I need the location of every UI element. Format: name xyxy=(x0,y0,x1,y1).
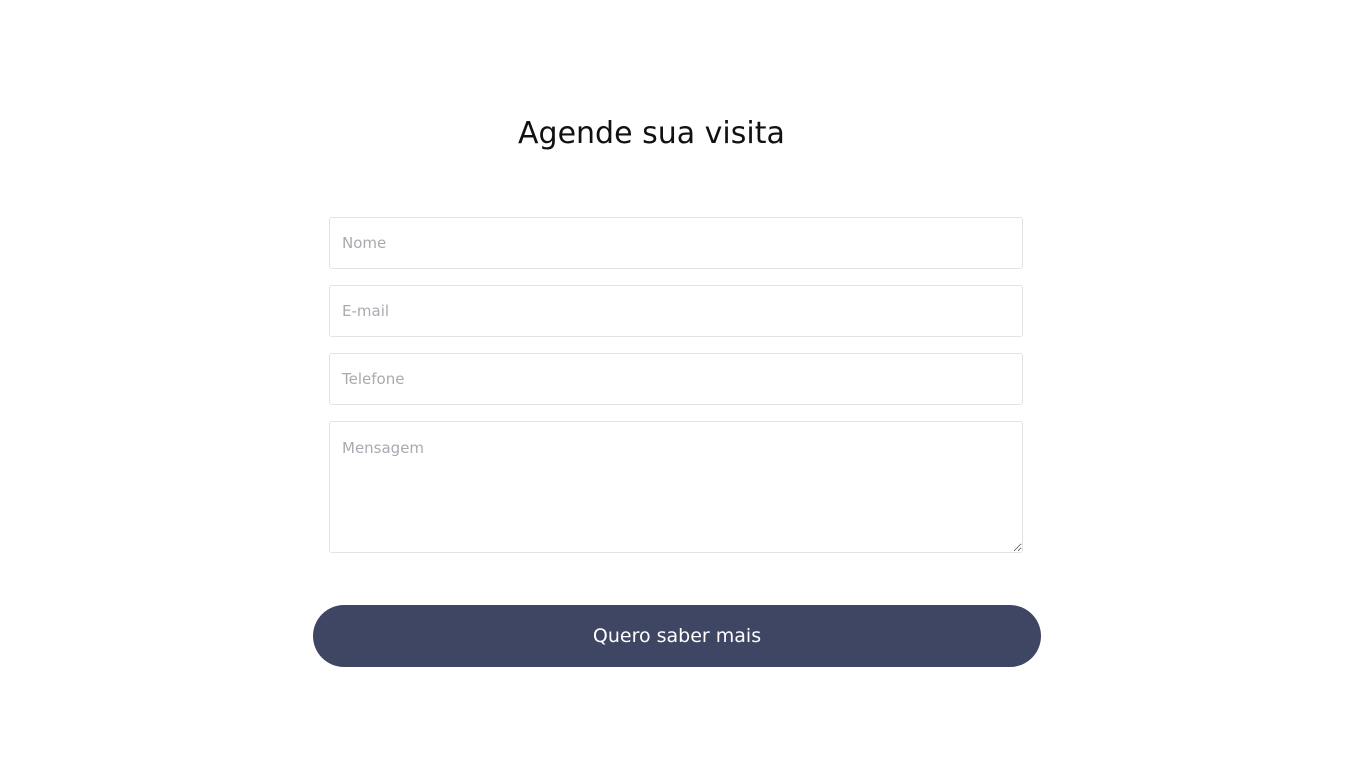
name-field[interactable] xyxy=(329,217,1023,269)
form-title: Agende sua visita xyxy=(518,116,785,151)
submit-button[interactable]: Quero saber mais xyxy=(313,605,1041,667)
email-field[interactable] xyxy=(329,285,1023,337)
message-field[interactable] xyxy=(329,421,1023,553)
phone-field[interactable] xyxy=(329,353,1023,405)
contact-page: Agende sua visita Quero saber mais xyxy=(0,0,1366,768)
